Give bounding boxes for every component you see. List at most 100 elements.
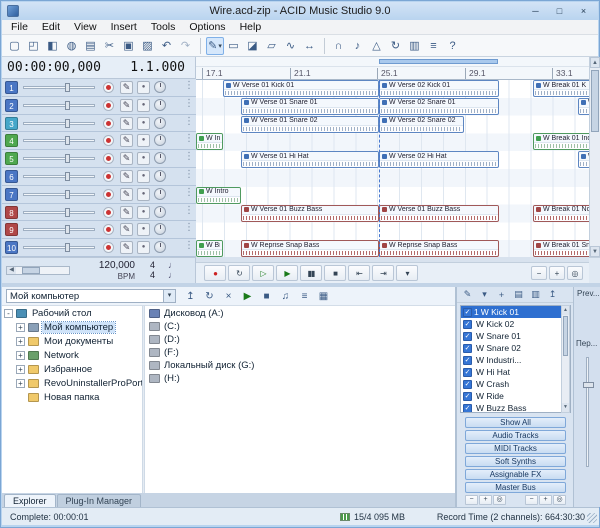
track-header[interactable]: 4 ✎ ● ⋮ xyxy=(2,132,196,150)
track-header[interactable]: 3 ✎ ● ⋮ xyxy=(2,115,196,133)
audio-clip[interactable]: W Break 01 Indu xyxy=(533,133,589,150)
record-arm-button[interactable] xyxy=(103,100,114,111)
go-to-start-button[interactable]: ⇤ xyxy=(348,265,370,281)
clip-list-scrollbar[interactable]: ▲ ▼ xyxy=(561,305,570,413)
audio-clip[interactable]: W B xyxy=(578,98,589,115)
record-button[interactable]: ● xyxy=(204,265,226,281)
selection-tool-icon[interactable]: ▭ xyxy=(225,37,243,55)
tree-item[interactable]: + Network xyxy=(2,348,142,362)
track-grip[interactable]: ⋮ xyxy=(184,133,194,144)
cut-icon[interactable]: ✂ xyxy=(101,37,119,55)
clip-checkbox[interactable]: ✓ xyxy=(463,332,472,341)
menu-item[interactable]: Help xyxy=(233,21,269,33)
record-arm-button[interactable] xyxy=(103,224,114,235)
tree-expander[interactable]: + xyxy=(16,379,25,388)
zoom-in-button[interactable]: + xyxy=(539,495,552,505)
audio-clip[interactable]: W Verse 01 Hi Hat xyxy=(241,151,379,168)
clip-checkbox[interactable]: ✓ xyxy=(463,368,472,377)
pause-button[interactable]: ▮▮ xyxy=(300,265,322,281)
delete-icon[interactable]: × xyxy=(220,289,237,304)
track-grip[interactable]: ⋮ xyxy=(184,98,194,109)
menu-item[interactable]: Options xyxy=(182,21,232,33)
tree-item[interactable]: Новая папка xyxy=(2,390,142,404)
track-header[interactable]: 1 ✎ ● ⋮ xyxy=(2,79,196,97)
timeline[interactable]: W Verse 01 Kick 01 W Verse 02 Kick 01 W … xyxy=(196,80,589,257)
audio-clip[interactable]: W Break 01 Sna xyxy=(533,240,589,257)
track-fx-button[interactable]: ✎ xyxy=(120,99,133,112)
track-volume-fader[interactable] xyxy=(23,139,95,142)
track-fx-button[interactable]: ✎ xyxy=(120,117,133,130)
paste-icon[interactable]: ▨ xyxy=(139,37,157,55)
audio-clip[interactable]: W Verse 02 Hi Hat xyxy=(379,151,499,168)
mute-button[interactable]: ● xyxy=(137,152,150,165)
track-volume-fader[interactable] xyxy=(23,175,95,178)
scroll-down-icon[interactable]: ▼ xyxy=(590,246,600,257)
zoom-in-button[interactable]: + xyxy=(549,266,565,280)
track-grip[interactable]: ⋮ xyxy=(184,151,194,162)
publish-icon[interactable]: ◍ xyxy=(63,37,81,55)
refresh-icon[interactable]: ↻ xyxy=(201,289,218,304)
track-fx-button[interactable]: ✎ xyxy=(120,206,133,219)
mute-button[interactable]: ● xyxy=(137,134,150,147)
menu-item[interactable]: View xyxy=(67,21,104,33)
redo-icon[interactable]: ↷ xyxy=(177,37,195,55)
track-area-scrollbar[interactable]: ◀ xyxy=(6,266,70,275)
zoom-tool-button[interactable]: ◎ xyxy=(493,495,506,505)
scroll-up-icon[interactable]: ▲ xyxy=(562,306,569,315)
audio-clip[interactable]: W Break 01 Noi xyxy=(533,205,589,222)
fader-thumb[interactable] xyxy=(583,382,594,388)
clip-list-item[interactable]: ✓ W Hi Hat xyxy=(461,366,561,378)
clip-checkbox[interactable]: ✓ xyxy=(463,392,472,401)
file-list-item[interactable]: (C:) xyxy=(145,320,455,333)
fader-thumb[interactable] xyxy=(65,190,70,199)
maximize-button[interactable]: □ xyxy=(549,4,570,18)
filter-button[interactable]: Master Bus xyxy=(465,482,566,493)
track-fx-button[interactable]: ✎ xyxy=(120,152,133,165)
project-properties-icon[interactable]: ▤ xyxy=(82,37,100,55)
loop-playback-button[interactable]: ↻ xyxy=(228,265,250,281)
envelope-tool-icon[interactable]: ∿ xyxy=(282,37,300,55)
resize-grip[interactable] xyxy=(587,513,597,523)
mute-button[interactable]: ● xyxy=(137,99,150,112)
fader-thumb[interactable] xyxy=(65,243,70,252)
track-header[interactable]: 2 ✎ ● ⋮ xyxy=(2,97,196,115)
audio-clip[interactable]: W Verse 02 Snare 02 xyxy=(379,116,464,133)
audio-clip[interactable]: W Verse 02 Kick 01 xyxy=(379,80,499,97)
clip-list-item[interactable]: ✓ W Snare 01 xyxy=(461,330,561,342)
record-arm-button[interactable] xyxy=(103,135,114,146)
fader-thumb[interactable] xyxy=(65,101,70,110)
draw-tool-icon[interactable]: ✎▾ xyxy=(206,37,224,55)
audio-clip[interactable]: W Brea xyxy=(196,240,223,257)
dock-tab[interactable]: Explorer xyxy=(4,494,56,507)
track-grip[interactable]: ⋮ xyxy=(184,205,194,216)
tree-expander[interactable]: - xyxy=(4,309,13,318)
pan-knob[interactable] xyxy=(154,134,166,146)
clip-checkbox[interactable]: ✓ xyxy=(463,344,472,353)
audio-clip[interactable]: W Verse 01 Buzz Bass xyxy=(379,205,499,222)
new-clip-icon[interactable]: + xyxy=(494,288,509,301)
track-header[interactable]: 8 ✎ ● ⋮ xyxy=(2,204,196,222)
pan-knob[interactable] xyxy=(154,188,166,200)
pan-knob[interactable] xyxy=(154,170,166,182)
audio-clip[interactable]: W Verse 01 Kick 01 xyxy=(223,80,379,97)
clip-list-item[interactable]: ✓ W Crash xyxy=(461,378,561,390)
pan-knob[interactable] xyxy=(154,99,166,111)
filter-button[interactable]: Audio Tracks xyxy=(465,430,566,441)
menu-item[interactable]: Tools xyxy=(144,21,183,33)
audio-clip[interactable]: W Reprise Snap Bass xyxy=(379,240,499,257)
menu-item[interactable]: Edit xyxy=(35,21,67,33)
open-project-icon[interactable]: ◰ xyxy=(25,37,43,55)
record-arm-button[interactable] xyxy=(103,82,114,93)
record-arm-button[interactable] xyxy=(103,207,114,218)
audio-clip[interactable]: W Verse 01 Snare 01 xyxy=(241,98,379,115)
undo-icon[interactable]: ↶ xyxy=(158,37,176,55)
quantize-icon[interactable]: ♪ xyxy=(349,37,367,55)
clip-checkbox[interactable]: ✓ xyxy=(463,320,472,329)
chopper-icon[interactable]: ≡ xyxy=(425,37,443,55)
track-volume-fader[interactable] xyxy=(23,228,95,231)
start-preview-icon[interactable]: ▶ xyxy=(239,289,256,304)
file-list-item[interactable]: Локальный диск (G:) xyxy=(145,359,455,372)
scrollbar-thumb[interactable] xyxy=(563,316,568,356)
filter-button[interactable]: Show All xyxy=(465,417,566,428)
track-volume-fader[interactable] xyxy=(23,104,95,107)
